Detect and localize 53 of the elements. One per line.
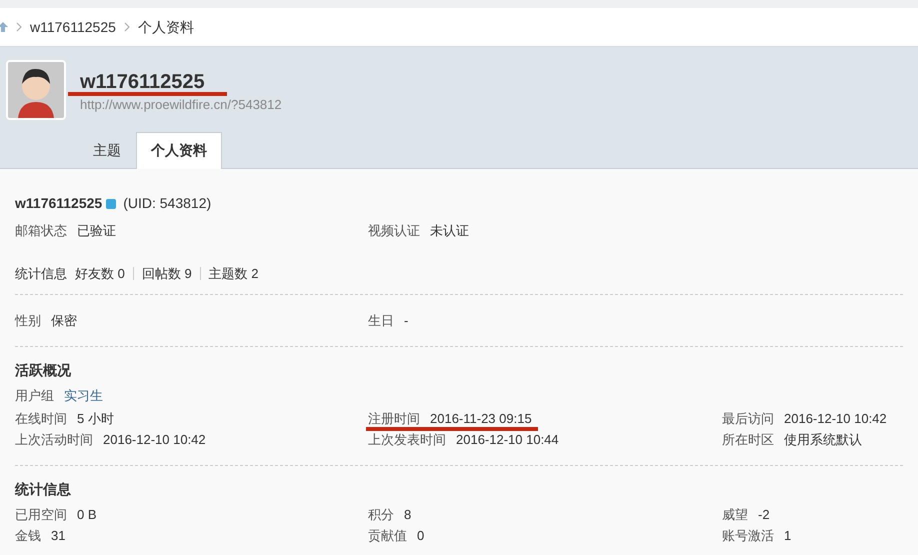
field-label: 邮箱状态 <box>15 222 67 239</box>
field-value: 保密 <box>51 312 77 329</box>
field-label: 金钱 <box>15 527 41 544</box>
profile-url: http://www.proewildfire.cn/?543812 <box>80 96 282 113</box>
field-label: 上次活动时间 <box>15 431 93 448</box>
tab[interactable]: 个人资料 <box>136 132 222 169</box>
field-label: 视频认证 <box>368 222 420 239</box>
field-label: 性别 <box>15 312 41 329</box>
field-label: 上次发表时间 <box>368 431 446 448</box>
field-value: 5 小时 <box>77 410 114 427</box>
field-value: 0 B <box>77 506 97 523</box>
field-label: 已用空间 <box>15 506 67 523</box>
field-label: 最后访问 <box>722 410 774 427</box>
field-value: - <box>404 312 408 329</box>
chevron-icon <box>16 22 22 32</box>
section-title: 统计信息 <box>15 481 72 498</box>
avatar-icon <box>6 60 66 120</box>
breadcrumb-link[interactable]: w1176112525 <box>30 18 116 36</box>
field-value: 8 <box>404 506 412 523</box>
field-label: 贡献值 <box>368 527 407 544</box>
username-text: w1176112525 <box>15 195 102 212</box>
verified-icon <box>106 198 116 208</box>
field-value: 使用系统默认 <box>784 431 862 448</box>
field-value: -2 <box>758 506 770 523</box>
field-value: 未认证 <box>430 222 469 239</box>
field-value: 已验证 <box>77 222 116 239</box>
field-label: 在线时间 <box>15 410 67 427</box>
field-value: 1 <box>784 527 792 544</box>
field-label: 生日 <box>368 312 394 329</box>
stats-label: 统计信息 <box>15 265 67 282</box>
field-label: 所在时区 <box>722 431 774 448</box>
field-label: 注册时间 <box>368 410 420 427</box>
field-value: 31 <box>51 527 66 544</box>
field-value: 2016-12-10 10:42 <box>103 431 206 448</box>
stat-link[interactable]: 回帖数 9 <box>142 265 192 282</box>
stat-link[interactable]: 主题数 2 <box>208 265 259 282</box>
field-label: 威望 <box>722 506 748 523</box>
stat-link[interactable]: 好友数 0 <box>75 265 125 282</box>
field-value: 2016-12-10 10:42 <box>784 410 887 427</box>
section-title: 活跃概况 <box>15 362 72 379</box>
field-label: 账号激活 <box>722 527 774 544</box>
field-label: 积分 <box>368 506 394 523</box>
tab[interactable]: 主题 <box>78 132 136 169</box>
uid-text: (UID: 543812) <box>123 195 212 212</box>
field-value: 2016-12-10 10:44 <box>456 431 559 448</box>
username-title: w1176112525 <box>80 71 205 93</box>
field-value: 2016-11-23 09:15 <box>430 410 532 427</box>
field-value: 0 <box>417 527 424 544</box>
home-icon[interactable] <box>0 20 8 34</box>
breadcrumb-link[interactable]: 个人资料 <box>138 18 194 36</box>
chevron-icon <box>124 22 130 32</box>
field-label: 用户组 <box>15 387 54 404</box>
user-group-link[interactable]: 实习生 <box>64 387 103 404</box>
